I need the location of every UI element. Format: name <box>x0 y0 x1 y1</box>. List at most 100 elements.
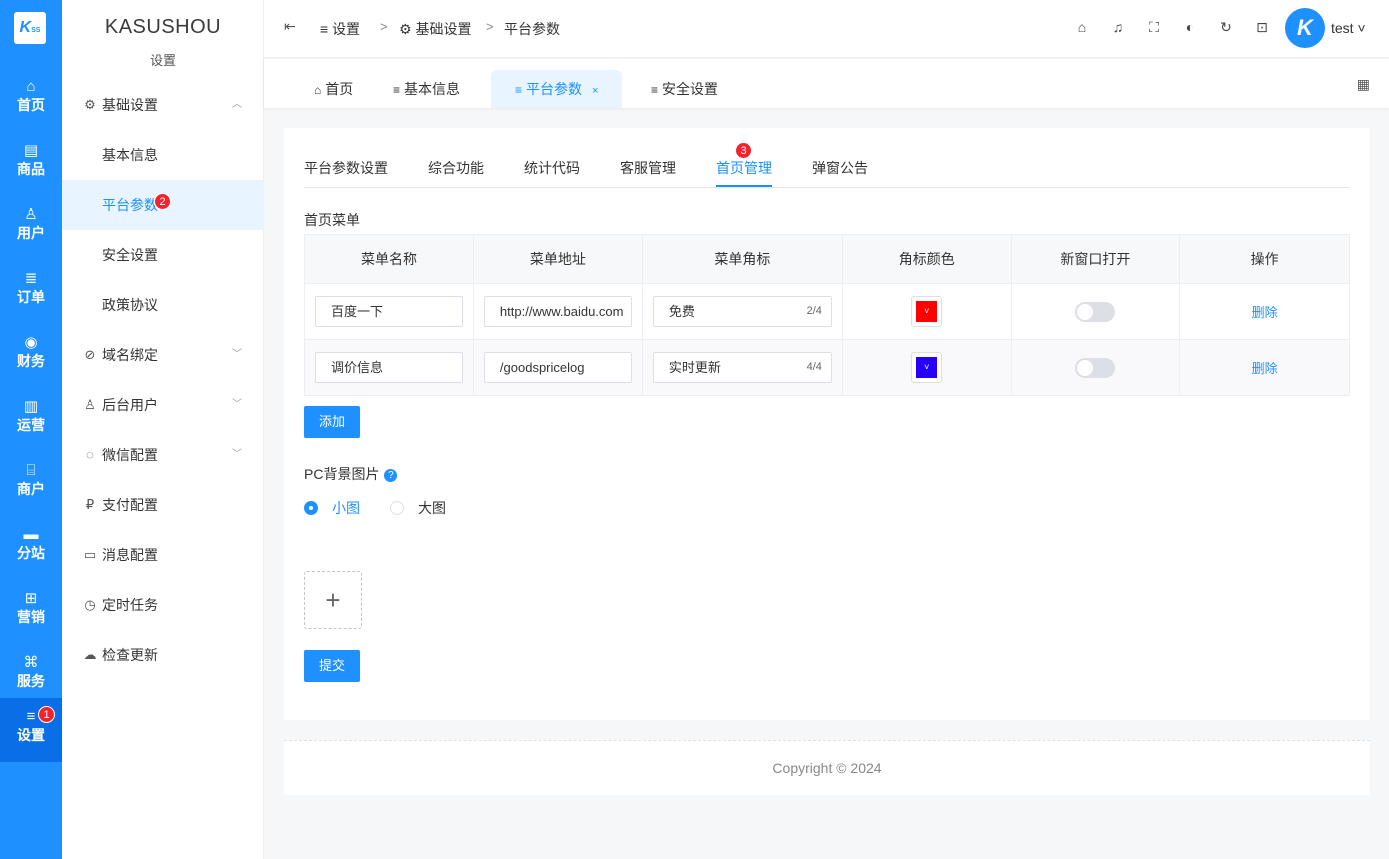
toggle-knob <box>1077 303 1094 320</box>
sidebar-group-domain[interactable]: ⊘ 域名绑定 ﹀ <box>62 330 264 380</box>
store-icon: ⌸ <box>26 462 36 479</box>
sidebar-item-security[interactable]: 安全设置 <box>62 230 264 280</box>
refresh-icon[interactable]: ↻ <box>1217 18 1235 36</box>
settings-badge: 1 <box>38 706 55 723</box>
nav-goods[interactable]: ▤ 商品 <box>0 132 62 196</box>
menu-table: 菜单名称 菜单地址 菜单角标 角标颜色 新窗口打开 操作 百度一下 http:/… <box>304 234 1350 396</box>
goods-icon: ▤ <box>23 142 39 159</box>
tab-platform-settings[interactable]: 平台参数设置 <box>304 158 388 178</box>
sidebar-item-cron[interactable]: ◷ 定时任务 <box>62 580 264 630</box>
tab-customer-service[interactable]: 客服管理 <box>620 158 676 178</box>
sidebar-item-update[interactable]: ☁ 检查更新 <box>62 630 264 680</box>
sidebar-item-policy[interactable]: 政策协议 <box>62 280 264 330</box>
tab-general-features[interactable]: 综合功能 <box>428 158 484 178</box>
chevron-down-icon: ﹀ <box>232 349 242 360</box>
fullscreen-icon[interactable]: ⛶ <box>1145 18 1163 36</box>
chevron-down-icon: ﹀ <box>232 399 242 410</box>
delete-button[interactable]: 删除 <box>1252 305 1278 320</box>
bell-icon[interactable]: ♫ <box>1109 18 1127 36</box>
nav-finance[interactable]: ◉ 财务 <box>0 324 62 388</box>
sidebar-item-payment[interactable]: ₽ 支付配置 <box>62 480 264 530</box>
sidebar-group-basic-settings[interactable]: ⚙ 基础设置 ︿ <box>62 80 264 130</box>
gift-icon: ⊞ <box>24 590 38 607</box>
nav-home[interactable]: ⌂ 首页 <box>0 68 62 132</box>
table-row: 百度一下 http://www.baidu.com 免费 2/4 ˅ 删除 <box>304 283 1350 340</box>
chevron-down-icon: ﹀ <box>232 449 242 460</box>
help-icon[interactable]: ? <box>384 468 398 482</box>
user-menu[interactable]: test ˅ <box>1331 20 1366 36</box>
color-picker[interactable]: ˅ <box>911 352 943 383</box>
close-icon[interactable]: × <box>592 85 598 97</box>
color-picker[interactable]: ˅ <box>911 296 943 327</box>
nav-substations[interactable]: ▬ 分站 <box>0 516 62 580</box>
new-window-toggle[interactable] <box>1075 357 1116 378</box>
nav-marketing[interactable]: ⊞ 营销 <box>0 580 62 644</box>
clear-cache-icon[interactable]: ⊡ <box>1253 18 1271 36</box>
page-tab-basic-info[interactable]: ≡ 基本信息 <box>393 70 460 108</box>
submit-button[interactable]: 提交 <box>304 650 360 682</box>
char-counter: 2/4 <box>806 305 822 317</box>
page-tab-home[interactable]: ⌂ 首页 <box>314 70 353 108</box>
content-card: 平台参数设置 综合功能 统计代码 客服管理 首页管理 3 弹窗公告 首页菜单 菜… <box>284 128 1370 720</box>
menu-name-input[interactable]: 百度一下 <box>314 296 463 327</box>
substation-icon: ▬ <box>23 526 39 543</box>
sidebar-item-message[interactable]: ▭ 消息配置 <box>62 530 264 580</box>
new-window-toggle[interactable] <box>1075 301 1116 322</box>
collapse-menu-icon[interactable]: ⇤ <box>284 18 296 35</box>
toggle-knob <box>1077 359 1094 376</box>
nav-settings[interactable]: ≡ 设置 1 <box>0 698 62 762</box>
breadcrumb-separator: > <box>380 19 388 34</box>
operations-icon: ▥ <box>23 398 39 415</box>
sidebar-group-admin-users[interactable]: ♙ 后台用户 ﹀ <box>62 380 264 430</box>
menu-url-input[interactable]: /goodspricelog <box>483 352 632 383</box>
theme-icon[interactable]: ◐ <box>1181 18 1199 36</box>
sliders-icon: ≡ <box>515 83 523 97</box>
breadcrumb-settings[interactable]: ≡ 设置 <box>320 19 360 39</box>
nav-orders[interactable]: ≣ 订单 <box>0 260 62 324</box>
brand-name: KASUSHOU <box>104 16 222 38</box>
sidebar-group-wechat[interactable]: ◌ 微信配置 ﹀ <box>62 430 264 480</box>
column-header: 菜单角标 <box>641 234 843 284</box>
menu-tag-input[interactable]: 免费 2/4 <box>652 296 832 327</box>
chevron-down-icon: ˅ <box>916 357 938 378</box>
message-icon: ▭ <box>83 547 97 562</box>
radio-small-image[interactable]: 小图 <box>304 498 360 518</box>
add-button[interactable]: 添加 <box>304 406 360 438</box>
nav-operations[interactable]: ▥ 运营 <box>0 388 62 452</box>
gear-icon: ⚙ <box>84 97 96 112</box>
tab-homepage-management[interactable]: 首页管理 <box>716 158 772 178</box>
settings-sidebar: KASUSHOU 设置 ⚙ 基础设置 ︿ 基本信息 平台参数 2 安全设置 政策… <box>62 0 264 859</box>
home-icon[interactable]: ⌂ <box>1073 18 1091 36</box>
menu-section-title: 首页菜单 <box>304 212 360 228</box>
services-icon: ⌘ <box>23 654 39 671</box>
radio-dot <box>304 501 318 515</box>
column-header: 菜单名称 <box>304 234 474 284</box>
menu-tag-input[interactable]: 实时更新 4/4 <box>652 352 832 383</box>
delete-button[interactable]: 删除 <box>1252 361 1278 376</box>
column-header: 菜单地址 <box>472 234 643 284</box>
breadcrumb-current: 平台参数 <box>504 21 560 37</box>
avatar[interactable]: K <box>1285 8 1325 48</box>
radio-large-image[interactable]: 大图 <box>390 498 446 518</box>
image-upload[interactable]: + <box>304 571 362 629</box>
sidebar-item-basic-info[interactable]: 基本信息 <box>62 130 264 180</box>
table-row: 调价信息 /goodspricelog 实时更新 4/4 ˅ 删除 <box>304 339 1350 396</box>
nav-merchants[interactable]: ⌸ 商户 <box>0 452 62 516</box>
tab-popup-notice[interactable]: 弹窗公告 <box>812 158 868 178</box>
chevron-down-icon: ˅ <box>916 301 938 322</box>
breadcrumb-basic-settings[interactable]: ⚙ 基础设置 <box>399 19 471 39</box>
grid-menu-icon[interactable]: ▦ <box>1357 76 1370 93</box>
sidebar-subtitle: 设置 <box>149 53 176 68</box>
menu-url-input[interactable]: http://www.baidu.com <box>483 296 632 327</box>
page-tab-security[interactable]: ≡ 安全设置 <box>651 70 718 108</box>
app-logo[interactable]: KSS <box>14 12 46 44</box>
column-header: 操作 <box>1179 234 1350 284</box>
tab-stats-code[interactable]: 统计代码 <box>524 158 580 178</box>
sidebar-item-platform-params[interactable]: 平台参数 2 <box>62 180 264 230</box>
order-icon: ≣ <box>24 270 38 287</box>
menu-name-input[interactable]: 调价信息 <box>314 352 463 383</box>
breadcrumb-separator: > <box>486 19 494 34</box>
footer-copyright: Copyright © 2024 <box>284 740 1370 795</box>
nav-users[interactable]: ♙ 用户 <box>0 196 62 260</box>
page-tab-platform-params[interactable]: ≡ 平台参数 × <box>491 70 623 108</box>
